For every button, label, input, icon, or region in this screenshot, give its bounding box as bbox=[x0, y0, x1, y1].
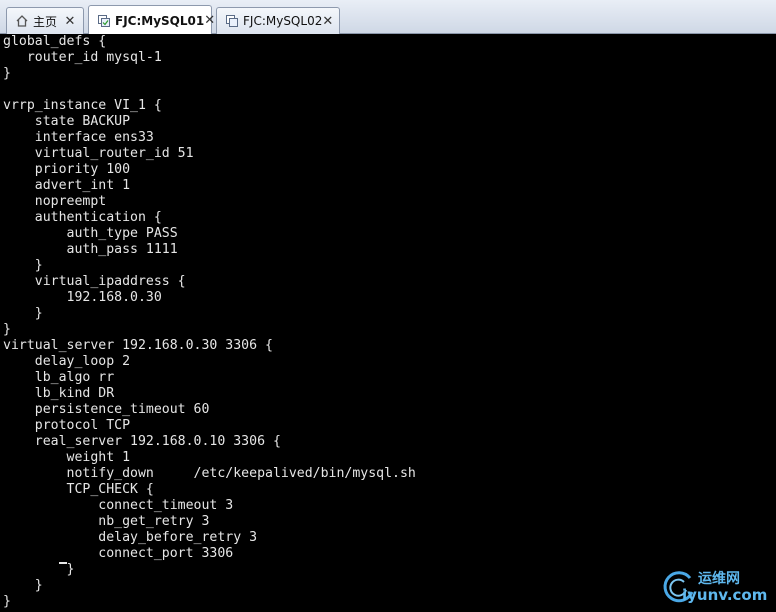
terminal-line: connect_port 3306 bbox=[3, 546, 234, 561]
terminal-line: } bbox=[3, 562, 75, 577]
terminal-line: delay_loop 2 bbox=[3, 354, 131, 369]
terminal-line: vrrp_instance VI_1 { bbox=[3, 98, 162, 113]
close-icon[interactable]: ✕ bbox=[322, 14, 333, 29]
watermark-logo: 运维网 iyunv.com bbox=[660, 566, 770, 606]
close-icon[interactable]: ✕ bbox=[204, 13, 215, 28]
terminal-line: virtual_ipaddress { bbox=[3, 274, 186, 289]
terminal-line: global_defs { bbox=[3, 34, 107, 49]
tab-label: 主页 bbox=[33, 14, 58, 29]
close-icon[interactable]: ✕ bbox=[63, 14, 77, 29]
terminal-line: } bbox=[3, 578, 43, 593]
terminal-line: state BACKUP bbox=[3, 114, 131, 129]
tab-bar: 主页 ✕ FJC:MySQL01 ✕ FJC:MySQL02 ✕ bbox=[0, 0, 776, 35]
watermark-bottom-text: iyunv.com bbox=[682, 586, 768, 604]
terminal-line: notify_down /etc/keepalived/bin/mysql.sh bbox=[3, 466, 416, 481]
terminal-line: router_id mysql-1 bbox=[3, 50, 162, 65]
terminal-line: lb_algo rr bbox=[3, 370, 115, 385]
text-cursor bbox=[59, 562, 67, 564]
terminal-line: authentication { bbox=[3, 210, 162, 225]
terminal-line: advert_int 1 bbox=[3, 178, 131, 193]
terminal-line: priority 100 bbox=[3, 162, 131, 177]
terminal-line: auth_pass 1111 bbox=[3, 242, 178, 257]
terminal-line: } bbox=[3, 594, 11, 609]
terminal-line: lb_kind DR bbox=[3, 386, 115, 401]
terminal-line: nb_get_retry 3 bbox=[3, 514, 210, 529]
terminal-console[interactable]: global_defs { router_id mysql-1} vrrp_ins… bbox=[0, 34, 776, 612]
vm-icon bbox=[97, 14, 111, 28]
terminal-line: delay_before_retry 3 bbox=[3, 530, 258, 545]
terminal-line: connect_timeout 3 bbox=[3, 498, 234, 513]
terminal-line: weight 1 bbox=[3, 450, 131, 465]
tab-mysql02[interactable]: FJC:MySQL02 ✕ bbox=[216, 7, 340, 34]
watermark-top-text: 运维网 bbox=[698, 571, 740, 587]
terminal-line: } bbox=[3, 258, 43, 273]
terminal-line: TCP_CHECK { bbox=[3, 482, 154, 497]
home-icon bbox=[15, 14, 29, 28]
terminal-line: interface ens33 bbox=[3, 130, 154, 145]
tab-home[interactable]: 主页 ✕ bbox=[6, 7, 84, 34]
terminal-line: } bbox=[3, 322, 11, 337]
terminal-line: persistence_timeout 60 bbox=[3, 402, 210, 417]
vm-icon bbox=[225, 14, 239, 28]
terminal-line: auth_type PASS bbox=[3, 226, 178, 241]
tab-label: FJC:MySQL02 bbox=[243, 14, 323, 28]
terminal-line: virtual_router_id 51 bbox=[3, 146, 194, 161]
terminal-line: } bbox=[3, 306, 43, 321]
tab-mysql01[interactable]: FJC:MySQL01 ✕ bbox=[88, 5, 215, 35]
tab-label: FJC:MySQL01 bbox=[115, 13, 205, 28]
terminal-line: 192.168.0.30 bbox=[3, 290, 162, 305]
terminal-line: protocol TCP bbox=[3, 418, 131, 433]
terminal-line: real_server 192.168.0.10 3306 { bbox=[3, 434, 281, 449]
terminal-line: nopreempt bbox=[3, 194, 107, 209]
terminal-line: } bbox=[3, 66, 11, 81]
terminal-line: virtual_server 192.168.0.30 3306 { bbox=[3, 338, 273, 353]
